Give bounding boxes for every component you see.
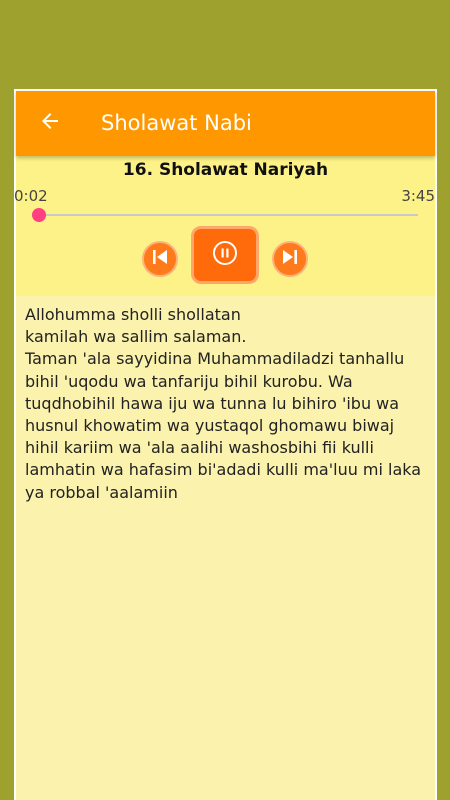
track-title: 16. Sholawat Nariyah <box>122 160 329 180</box>
lyrics-panel[interactable]: Allohumma sholli shollatan kamilah wa sa… <box>16 296 435 800</box>
current-time: 0:02 <box>14 187 48 205</box>
app-bar: Sholawat Nabi <box>16 91 435 156</box>
seek-thumb[interactable] <box>32 208 47 222</box>
total-time: 3:45 <box>401 187 435 205</box>
previous-button[interactable] <box>142 241 178 277</box>
app-title: Sholawat Nabi <box>101 111 252 135</box>
arrow-back-icon <box>38 109 62 137</box>
skip-previous-icon <box>150 247 170 271</box>
audio-player: 16. Sholawat Nariyah 0:02 3:45 <box>14 156 435 296</box>
content-card: Sholawat Nabi 16. Sholawat Nariyah 0:02 … <box>14 89 437 800</box>
pause-button[interactable] <box>191 226 259 284</box>
seek-bar[interactable] <box>38 214 418 216</box>
back-button[interactable] <box>30 103 70 143</box>
pause-icon <box>212 240 238 270</box>
lyrics-text: Allohumma sholli shollatan kamilah wa sa… <box>25 305 422 502</box>
skip-next-icon <box>280 247 300 271</box>
next-button[interactable] <box>272 241 308 277</box>
